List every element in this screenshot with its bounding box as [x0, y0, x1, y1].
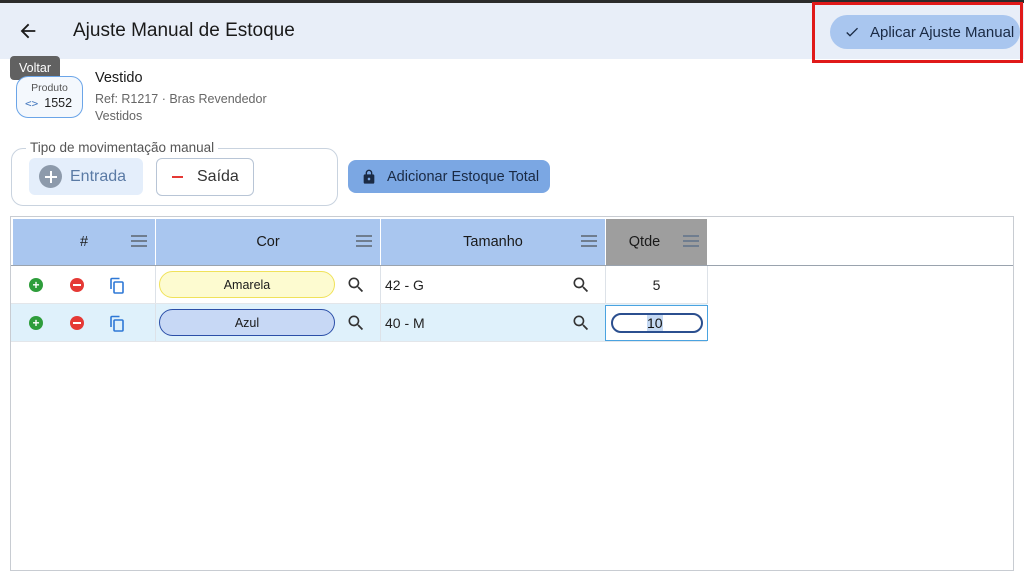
search-icon[interactable] — [571, 313, 591, 333]
cell-separator — [707, 266, 708, 304]
column-header-tamanho[interactable]: Tamanho — [381, 219, 605, 265]
cell-separator — [380, 266, 381, 304]
column-header-cor[interactable]: Cor — [156, 219, 380, 265]
add-total-stock-button[interactable]: Adicionar Estoque Total — [348, 160, 550, 193]
column-header-label: Qtde — [628, 234, 661, 250]
highlight-annotation — [812, 2, 1023, 63]
saida-button[interactable]: Saída — [156, 158, 254, 196]
column-header-label: # — [79, 234, 89, 250]
row-divider — [11, 341, 707, 342]
cell-separator — [155, 304, 156, 342]
quantity-input-value: 10 — [647, 315, 663, 331]
quantity-value[interactable]: 5 — [606, 277, 707, 293]
copy-icon[interactable] — [109, 277, 125, 294]
column-header-qtde[interactable]: Qtde — [606, 219, 707, 265]
product-chip-label: Produto — [31, 82, 68, 94]
column-header-label: Cor — [256, 234, 280, 250]
remove-circle-icon[interactable] — [70, 278, 84, 292]
quantity-cell-editing[interactable]: 10 — [605, 305, 708, 341]
entrada-button[interactable]: Entrada — [29, 158, 143, 195]
product-code: 1552 — [44, 96, 73, 110]
minus-icon — [172, 176, 183, 178]
search-icon[interactable] — [346, 313, 366, 333]
add-circle-icon[interactable]: + — [29, 316, 43, 330]
color-pill[interactable]: Azul — [159, 309, 335, 336]
product-chip[interactable]: Produto <> 1552 — [16, 76, 83, 118]
menu-icon[interactable] — [131, 235, 147, 247]
plus-circle-icon — [39, 165, 62, 188]
remove-circle-icon[interactable] — [70, 316, 84, 330]
menu-icon[interactable] — [581, 235, 597, 247]
entrada-label: Entrada — [70, 167, 127, 185]
saida-label: Saída — [197, 168, 239, 185]
quantity-input[interactable]: 10 — [611, 313, 703, 333]
column-header-index[interactable]: # — [13, 219, 155, 265]
table-row[interactable]: + Amarela 42 - G 5 — [11, 266, 708, 304]
size-value[interactable]: 40 - M — [385, 315, 425, 331]
color-pill[interactable]: Amarela — [159, 271, 335, 298]
add-circle-icon[interactable]: + — [29, 278, 43, 292]
cell-separator — [380, 304, 381, 342]
cell-separator — [155, 266, 156, 304]
search-icon[interactable] — [346, 275, 366, 295]
table-row[interactable]: + Azul 40 - M 10 — [11, 304, 708, 342]
arrow-left-icon — [20, 23, 36, 39]
search-icon[interactable] — [571, 275, 591, 295]
column-header-label: Tamanho — [463, 234, 523, 250]
page-title: Ajuste Manual de Estoque — [73, 20, 295, 41]
menu-icon[interactable] — [683, 235, 699, 247]
copy-icon[interactable] — [109, 315, 125, 332]
code-icon: <> — [25, 96, 39, 110]
menu-icon[interactable] — [356, 235, 372, 247]
add-total-stock-label: Adicionar Estoque Total — [387, 168, 540, 185]
product-ref: Ref: R1217 · Bras Revendedor — [95, 92, 267, 106]
product-name: Vestido — [95, 70, 143, 86]
movement-type-legend: Tipo de movimentação manual — [26, 140, 219, 155]
stock-grid: # Cor Tamanho Qtde + Amarela 42 - G 5 + — [10, 216, 1014, 571]
product-category: Vestidos — [95, 109, 143, 123]
back-button[interactable] — [14, 17, 42, 45]
lock-icon — [363, 169, 375, 184]
size-value[interactable]: 42 - G — [385, 277, 424, 293]
